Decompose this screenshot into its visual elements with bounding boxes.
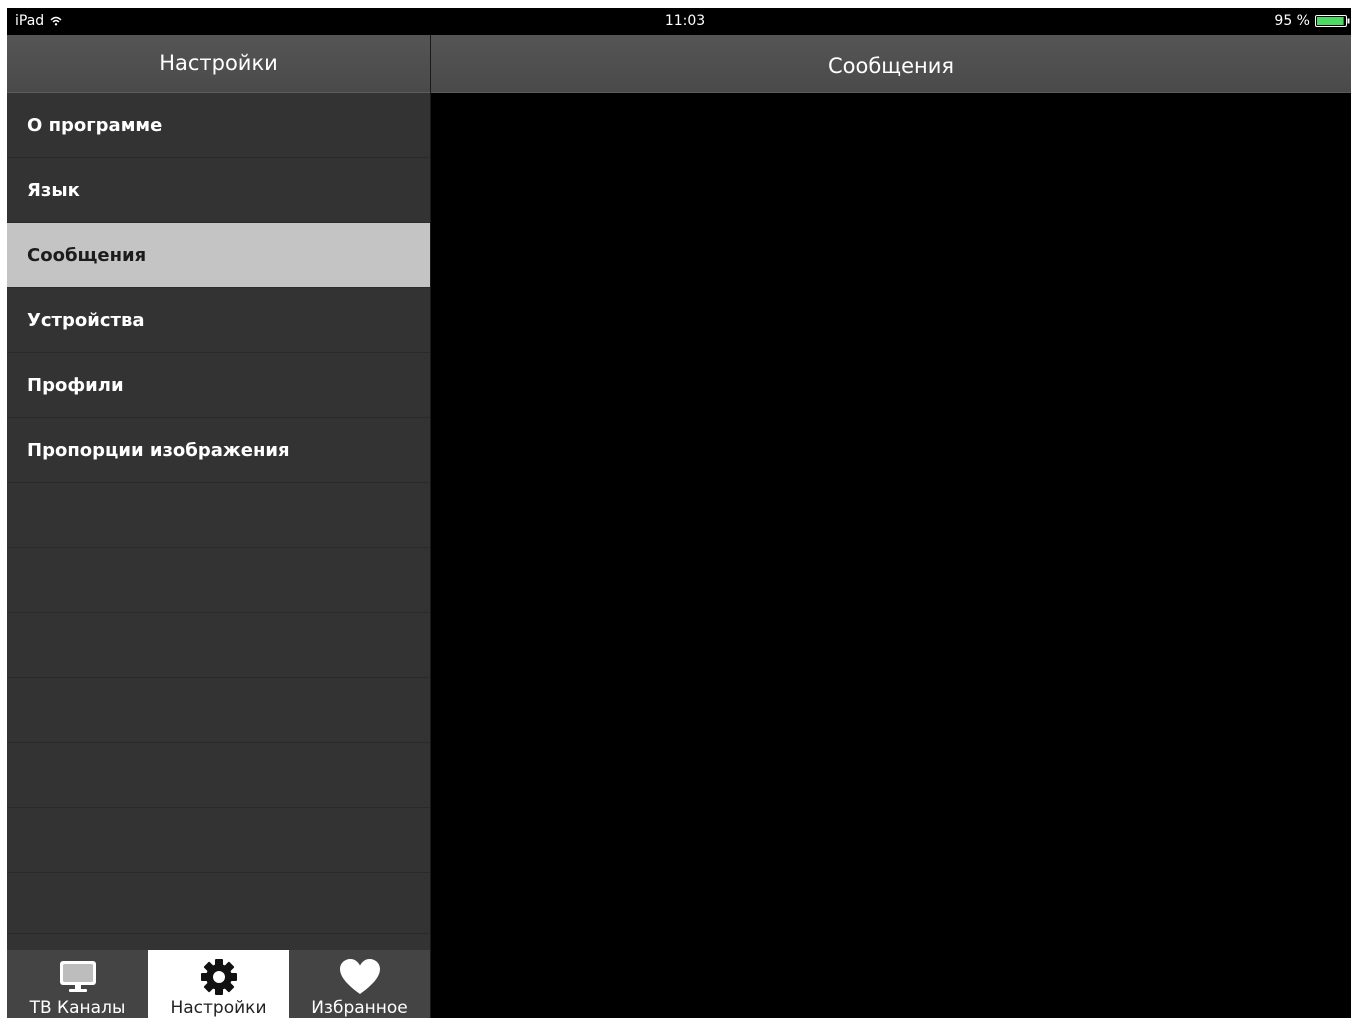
device-screen: iPad 11:03 95 % Настройки О программе Яз… [7,8,1351,1018]
detail-pane: Сообщения [431,35,1351,1018]
tab-label: Настройки [170,998,267,1018]
battery-icon [1315,15,1350,27]
settings-item-messages[interactable]: Сообщения [7,223,430,288]
gear-icon [200,959,237,995]
settings-sidebar: Настройки О программе Язык Сообщения Уст… [7,35,430,1018]
settings-item-about[interactable]: О программе [7,93,430,158]
sidebar-title: Настройки [7,35,430,93]
settings-list: О программе Язык Сообщения Устройства Пр… [7,93,430,934]
detail-title: Сообщения [431,35,1351,93]
settings-item-label: О программе [27,115,163,136]
heart-icon [339,959,380,994]
tab-label: ТВ Каналы [29,998,126,1018]
settings-item-label: Пропорции изображения [27,440,290,461]
empty-row [7,743,430,808]
battery-percent: 95 % [1274,13,1310,29]
empty-row [7,678,430,743]
tab-label: Избранное [311,998,408,1018]
settings-item-label: Сообщения [27,245,147,266]
status-bar: iPad 11:03 95 % [7,8,1351,35]
settings-item-label: Профили [27,375,124,396]
monitor-icon [59,961,96,992]
empty-row [7,873,430,934]
settings-item-profiles[interactable]: Профили [7,353,430,418]
settings-item-label: Язык [27,180,80,201]
tab-settings[interactable]: Настройки [148,950,289,1018]
empty-row [7,548,430,613]
tab-favorites[interactable]: Избранное [289,950,430,1018]
tab-bar: ТВ Каналы Настройки Избранное [7,950,430,1018]
status-right: 95 % [1274,13,1351,29]
status-time: 11:03 [664,13,706,29]
settings-item-language[interactable]: Язык [7,158,430,223]
empty-row [7,808,430,873]
settings-item-label: Устройства [27,310,145,331]
empty-row [7,613,430,678]
settings-item-devices[interactable]: Устройства [7,288,430,353]
empty-row [7,483,430,548]
tab-tv-channels[interactable]: ТВ Каналы [7,950,148,1018]
settings-item-aspect-ratio[interactable]: Пропорции изображения [7,418,430,483]
